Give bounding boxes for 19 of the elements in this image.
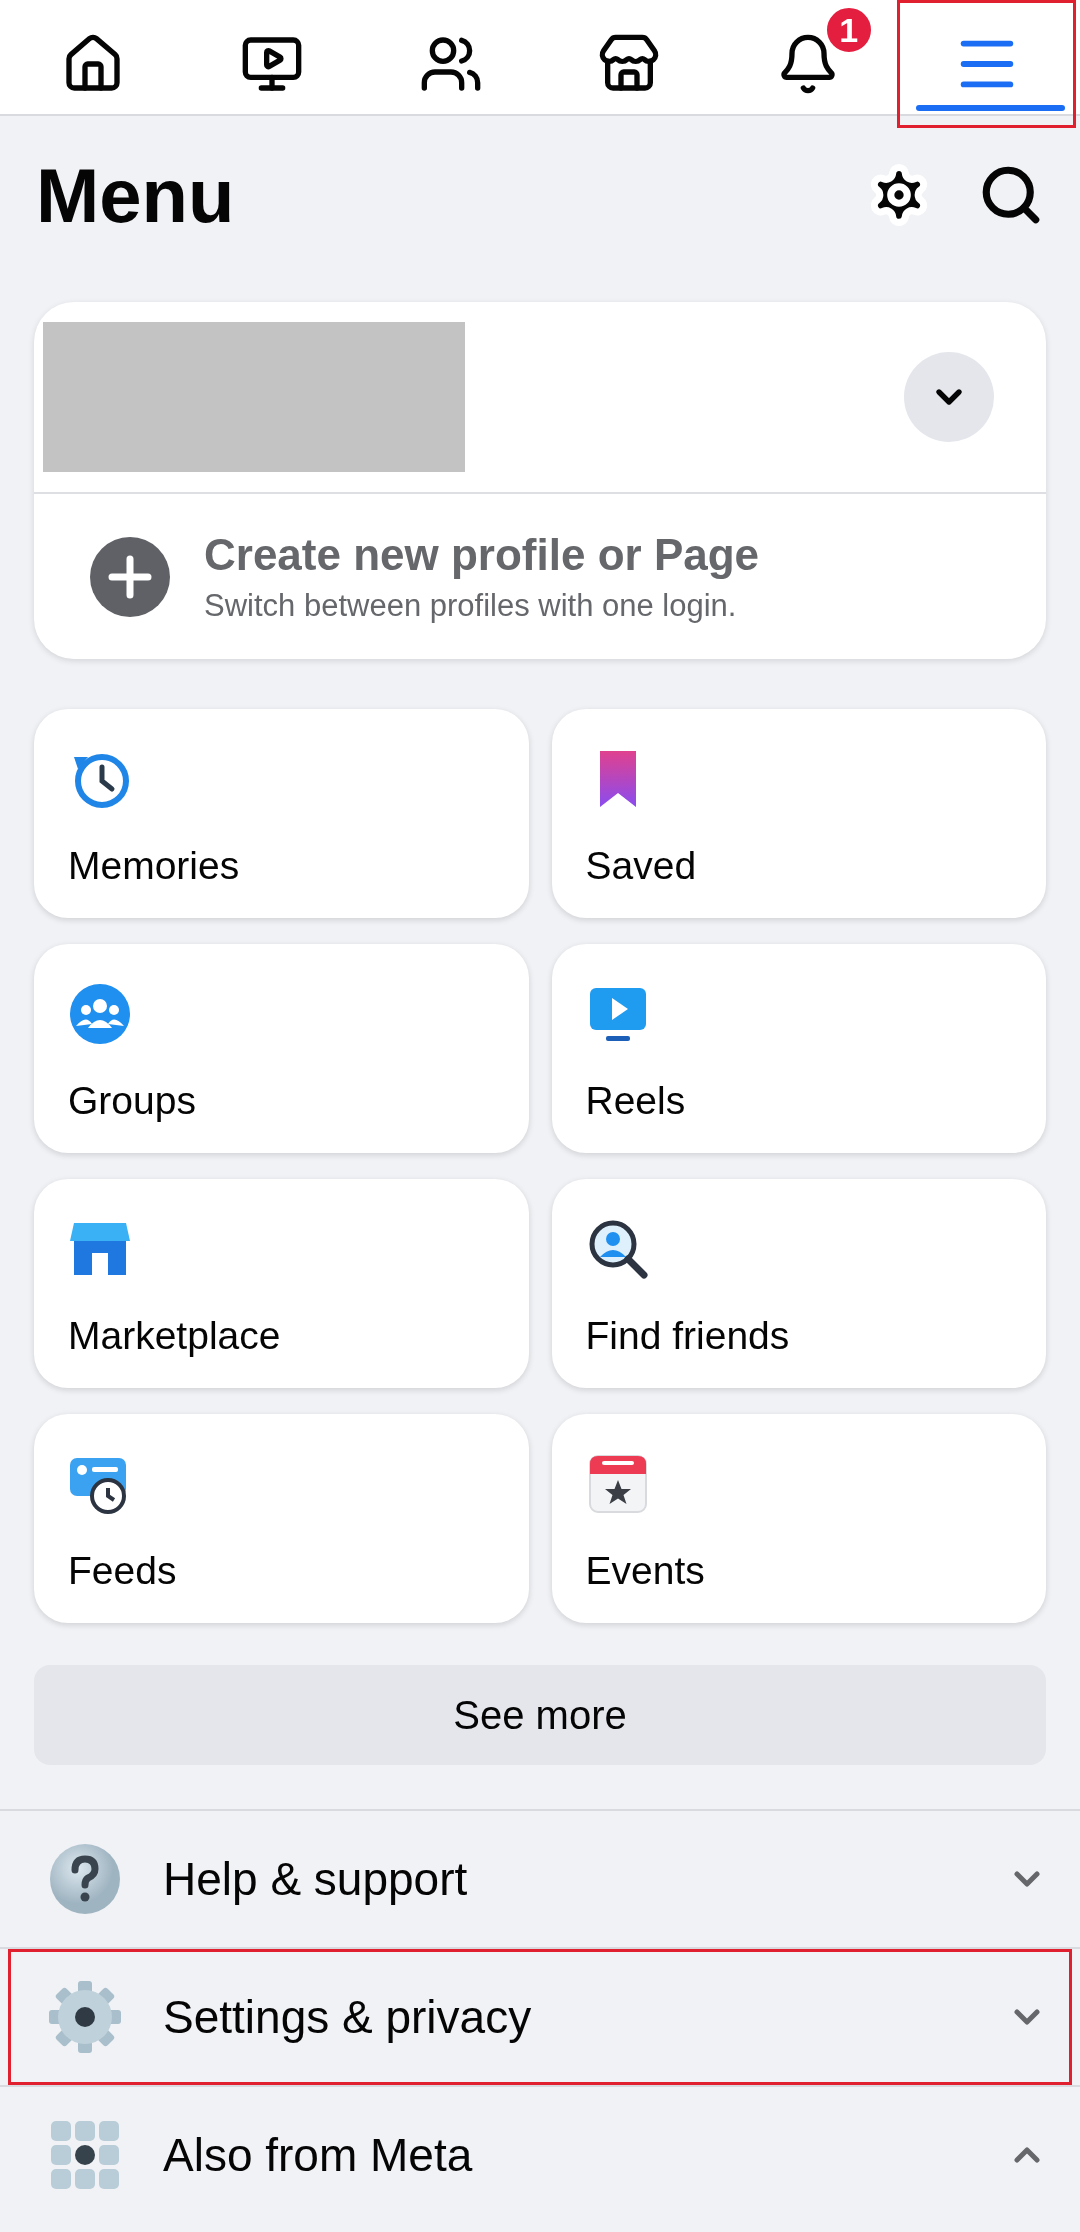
shortcut-tile[interactable]: Saved	[551, 709, 1046, 918]
gear-icon	[47, 1979, 123, 2055]
shortcut-tile[interactable]: Memories	[34, 709, 529, 918]
nav-tab[interactable]: 1	[718, 0, 898, 128]
shortcut-tile[interactable]: Reels	[551, 944, 1046, 1153]
shortcut-tile[interactable]: Feeds	[34, 1414, 529, 1623]
shortcut-tile[interactable]: Groups	[34, 944, 529, 1153]
plus-circle-icon	[90, 536, 170, 617]
page-title: Menu	[36, 151, 236, 239]
menu-section[interactable]: Help & support	[8, 1811, 1072, 1947]
shortcut-tile[interactable]: Events	[551, 1414, 1046, 1623]
create-profile-link[interactable]: Create new profile or Page	[204, 529, 760, 580]
create-profile-hint: Switch between profiles with one login.	[204, 587, 738, 624]
help-icon	[47, 1841, 123, 1917]
shortcut-tile[interactable]: Find friends	[551, 1179, 1046, 1388]
menu-section[interactable]: Also from Meta	[8, 2087, 1072, 2223]
group-icon	[68, 982, 132, 1046]
see-more-button[interactable]: See more	[34, 1665, 1046, 1765]
shortcut-tile[interactable]: Marketplace	[34, 1179, 529, 1388]
